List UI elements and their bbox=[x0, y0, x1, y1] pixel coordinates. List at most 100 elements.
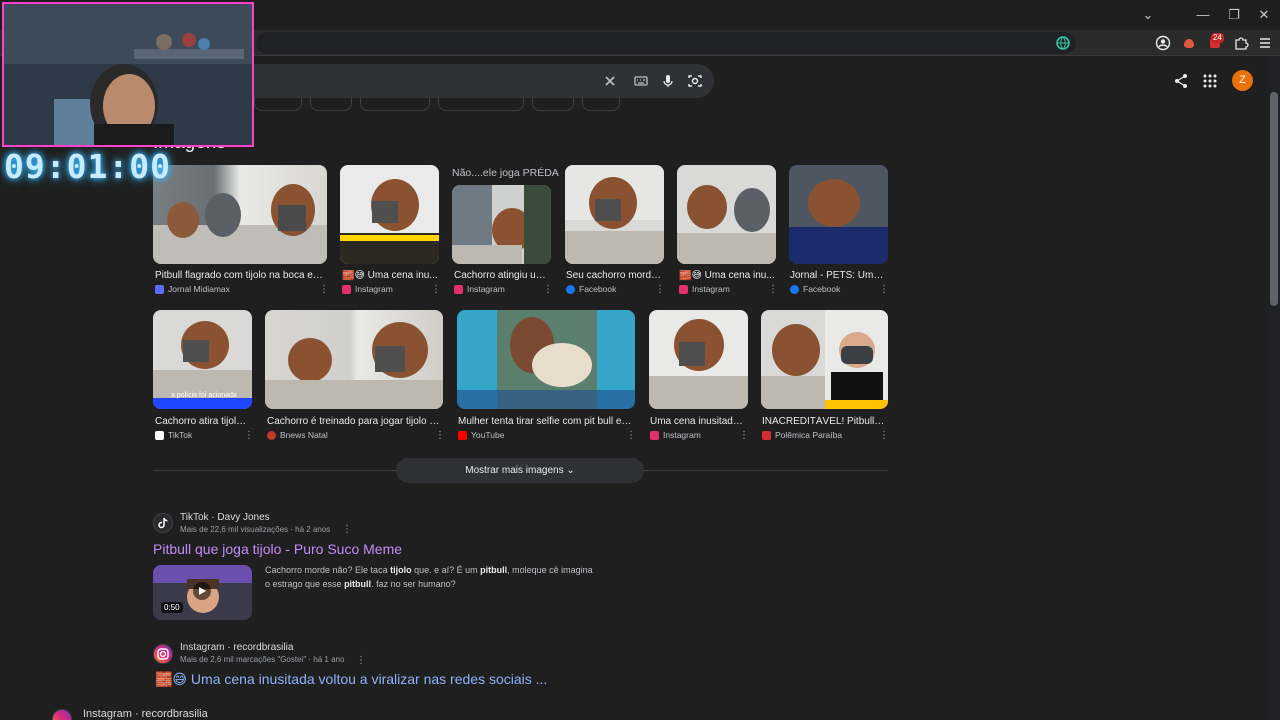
source-favicon bbox=[155, 284, 164, 294]
more-options-icon[interactable]: ⋮ bbox=[879, 430, 889, 441]
source-label: Polêmica Paraíba bbox=[775, 430, 843, 440]
more-options-icon[interactable]: ⋮ bbox=[626, 430, 636, 441]
result-source[interactable]: Instagram · recordbrasilia bbox=[83, 708, 208, 720]
image-caption[interactable]: Pitbull flagrado com tijolo na boca em t… bbox=[155, 270, 325, 281]
image-source[interactable]: Bnews Natal bbox=[267, 430, 328, 440]
more-options-icon[interactable]: ⋮ bbox=[431, 284, 441, 295]
mic-icon[interactable] bbox=[660, 73, 676, 89]
image-caption[interactable]: INACREDITÁVEL! Pitbull a... bbox=[762, 416, 886, 427]
source-label: Jornal Midiamax bbox=[168, 284, 230, 294]
image-source[interactable]: TikTok bbox=[155, 430, 192, 440]
more-options-icon[interactable]: ⋮ bbox=[435, 430, 445, 441]
stream-timer: 09:01:00 bbox=[4, 147, 171, 186]
more-options-icon[interactable]: ⋮ bbox=[739, 430, 749, 441]
keyboard-icon[interactable] bbox=[633, 73, 649, 89]
puzzle-icon[interactable] bbox=[1233, 35, 1249, 51]
snippet-text: que. e aí? É um bbox=[411, 565, 481, 575]
filter-chip[interactable] bbox=[582, 97, 620, 111]
more-options-icon[interactable]: ⋮ bbox=[879, 284, 889, 295]
image-caption[interactable]: Mulher tenta tirar selfie com pit bull e… bbox=[458, 416, 634, 427]
image-source[interactable]: Facebook bbox=[566, 284, 616, 294]
result-source[interactable]: Instagram · recordbrasilia bbox=[180, 642, 293, 653]
image-thumbnail[interactable] bbox=[452, 185, 551, 264]
result-snippet: Cachorro morde não? Ele taca tijolo que.… bbox=[265, 563, 595, 591]
facebook-icon bbox=[790, 284, 799, 294]
scrollbar-thumb[interactable] bbox=[1270, 92, 1278, 306]
divider bbox=[644, 470, 888, 471]
image-caption[interactable]: Jornal - PETS: Um c... bbox=[790, 270, 886, 281]
image-source[interactable]: YouTube bbox=[458, 430, 504, 440]
webcam-overlay bbox=[2, 2, 254, 147]
extension-icon[interactable] bbox=[1181, 35, 1197, 51]
show-more-images-button[interactable]: Mostrar mais imagens ⌄ bbox=[396, 458, 644, 483]
source-label: Facebook bbox=[579, 284, 617, 294]
result-title[interactable]: Pitbull que joga tijolo - Puro Suco Meme bbox=[153, 541, 402, 557]
chevron-down-icon: ⌄ bbox=[566, 465, 575, 476]
snippet-text: Cachorro morde não? Ele taca bbox=[265, 565, 391, 575]
tab-search-icon[interactable]: ⌄ bbox=[1139, 6, 1157, 24]
snippet-highlight: tijolo bbox=[390, 565, 412, 575]
image-thumbnail[interactable] bbox=[649, 310, 748, 409]
site-info-icon[interactable] bbox=[1055, 35, 1071, 51]
profile-icon[interactable] bbox=[1155, 35, 1171, 51]
image-caption[interactable]: 🧱😅 Uma cena inu... bbox=[342, 270, 438, 281]
source-favicon bbox=[762, 430, 771, 440]
image-thumbnail[interactable] bbox=[153, 165, 327, 264]
image-caption[interactable]: 🧱😅 Uma cena inu... bbox=[679, 270, 775, 281]
address-bar[interactable] bbox=[256, 32, 1076, 54]
account-avatar[interactable]: Z bbox=[1232, 70, 1253, 91]
more-options-icon[interactable]: ⋮ bbox=[342, 524, 352, 535]
image-source[interactable]: Jornal Midiamax bbox=[155, 284, 230, 294]
tiktok-icon bbox=[155, 430, 164, 440]
close-icon[interactable] bbox=[602, 73, 618, 89]
menu-icon[interactable] bbox=[1257, 35, 1273, 51]
image-caption[interactable]: Seu cachorro morde... bbox=[566, 270, 662, 281]
image-thumbnail[interactable] bbox=[761, 310, 888, 409]
image-thumbnail[interactable] bbox=[340, 165, 439, 264]
source-label: Instagram bbox=[663, 430, 701, 440]
more-options-icon[interactable]: ⋮ bbox=[244, 430, 254, 441]
image-thumbnail[interactable] bbox=[265, 310, 443, 409]
image-overlay-text: a polícia foi acionada bbox=[171, 392, 237, 399]
image-source[interactable]: Facebook bbox=[790, 284, 840, 294]
minimize-button[interactable]: — bbox=[1194, 6, 1212, 24]
image-source[interactable]: Instagram bbox=[679, 284, 730, 294]
source-label: Instagram bbox=[692, 284, 730, 294]
image-caption[interactable]: Uma cena inusitada,... bbox=[650, 416, 746, 427]
image-caption[interactable]: Cachorro atingiu um ... bbox=[454, 270, 550, 281]
more-options-icon[interactable]: ⋮ bbox=[356, 655, 366, 666]
apps-grid-icon[interactable] bbox=[1201, 72, 1219, 90]
divider bbox=[153, 470, 396, 471]
image-source[interactable]: Instagram bbox=[342, 284, 393, 294]
result-source[interactable]: TikTok · Davy Jones bbox=[180, 512, 270, 523]
image-thumbnail[interactable] bbox=[677, 165, 776, 264]
image-thumbnail[interactable]: a polícia foi acionada bbox=[153, 310, 252, 409]
facebook-icon bbox=[566, 284, 575, 294]
image-thumbnail[interactable] bbox=[457, 310, 635, 409]
image-caption[interactable]: Cachorro atira tijolos... bbox=[155, 416, 251, 427]
filter-chip[interactable] bbox=[438, 97, 524, 111]
instagram-icon[interactable] bbox=[153, 644, 173, 664]
filter-chip[interactable] bbox=[310, 97, 352, 111]
filter-chip[interactable] bbox=[254, 97, 302, 111]
filter-chip[interactable] bbox=[360, 97, 430, 111]
more-options-icon[interactable]: ⋮ bbox=[543, 284, 553, 295]
image-thumbnail[interactable] bbox=[789, 165, 888, 264]
tiktok-icon[interactable] bbox=[153, 513, 173, 533]
more-options-icon[interactable]: ⋮ bbox=[655, 284, 665, 295]
close-window-button[interactable]: ✕ bbox=[1255, 6, 1273, 24]
more-options-icon[interactable]: ⋮ bbox=[768, 284, 778, 295]
image-source[interactable]: Instagram bbox=[650, 430, 701, 440]
image-thumbnail[interactable] bbox=[565, 165, 664, 264]
lens-icon[interactable] bbox=[687, 73, 703, 89]
more-options-icon[interactable]: ⋮ bbox=[319, 284, 329, 295]
result-title[interactable]: 🧱😅 Uma cena inusitada voltou a viralizar… bbox=[155, 671, 547, 688]
image-source[interactable]: Instagram bbox=[454, 284, 505, 294]
image-caption[interactable]: Cachorro é treinado para jogar tijolo em… bbox=[267, 416, 441, 427]
share-icon[interactable] bbox=[1172, 72, 1190, 90]
restore-button[interactable]: ❐ bbox=[1225, 6, 1243, 24]
filter-chip[interactable] bbox=[532, 97, 574, 111]
source-label: TikTok bbox=[168, 430, 193, 440]
image-source[interactable]: Polêmica Paraíba bbox=[762, 430, 842, 440]
snippet-highlight: pitbull bbox=[344, 579, 372, 589]
